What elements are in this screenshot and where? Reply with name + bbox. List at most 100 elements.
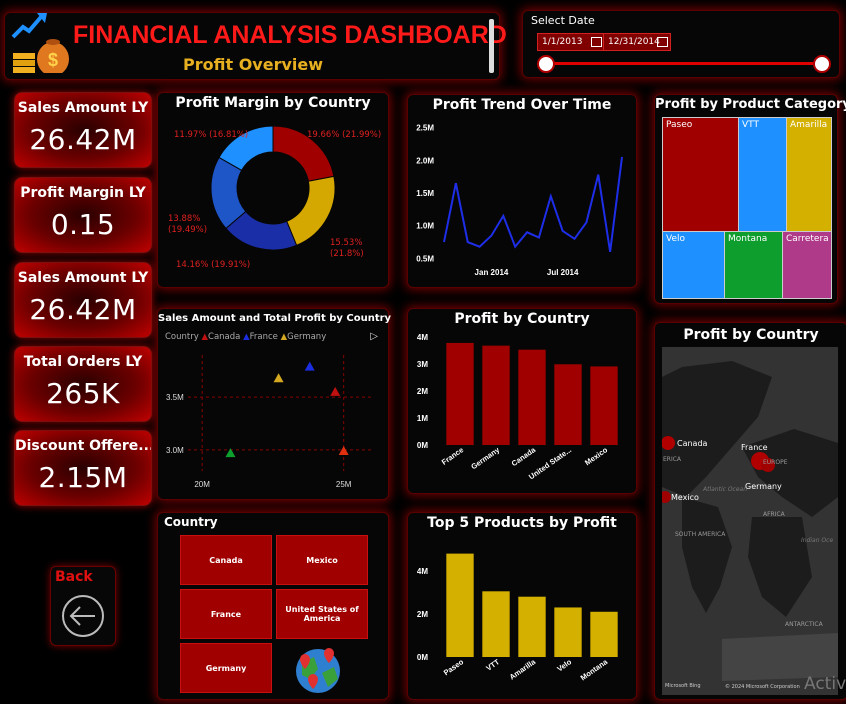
trend-y-tick: 1.5M (416, 189, 434, 198)
trend-y-tick: 2.0M (416, 156, 434, 165)
treemap-tile-montana[interactable]: Montana (724, 231, 784, 299)
trend-y-tick: 2.5M (416, 124, 434, 133)
profit-trend-panel: Profit Trend Over Time 2.5M 2.0M 1.5M 1.0M 0… (407, 94, 637, 288)
scatter-point-france (304, 361, 315, 371)
profit-trend-title: Profit Trend Over Time (432, 97, 612, 113)
back-button[interactable]: Back (50, 566, 116, 646)
map-label-antarctica: ANTARCTICA (785, 621, 823, 628)
bar-mexico (590, 366, 618, 445)
date-range-track[interactable] (545, 62, 821, 65)
bar-category-label: VTT (484, 657, 501, 673)
kpi-value: 26.42M (29, 293, 137, 326)
top-products-chart[interactable]: 4M 2M 0M Paseo VTT Amarilla Velo Montana (408, 531, 636, 697)
trend-y-tick: 1.0M (416, 222, 434, 231)
profit-margin-panel: Profit Margin by Country 11.97% (16.81%)… (157, 92, 389, 288)
trend-line (443, 156, 623, 253)
country-tile-usa[interactable]: United States of America (276, 589, 368, 639)
bar-germany (482, 345, 510, 445)
profit-by-country-chart[interactable]: 4M3M2M1M0M France Germany CanadaUnited Stat… (408, 327, 636, 491)
kpi-value: 0.15 (50, 208, 116, 241)
country-tile-canada[interactable]: Canada (180, 535, 272, 585)
bar-y-tick: 2M (417, 610, 428, 619)
map-label-france: France (741, 443, 768, 452)
bar-canada (518, 349, 546, 445)
scatter-x-tick: 25M (336, 480, 352, 489)
kpi-card-total-orders: Total Orders LY 265K (14, 346, 152, 422)
treemap-tile-vtt[interactable]: VTT (738, 117, 788, 233)
kpi-card-sales-amount: Sales Amount LY 26.42M (14, 92, 152, 168)
bar-category-label: Montana (579, 657, 610, 683)
kpi-card-sales-amount-2: Sales Amount LY 26.42M (14, 262, 152, 338)
legend-next-icon[interactable]: ▷ (370, 331, 378, 342)
end-date-input[interactable]: 12/31/2014 (603, 33, 671, 51)
bar-category-label: Amarilla (508, 657, 538, 682)
kpi-label: Discount Offere... (15, 438, 151, 454)
map-label-europe: EUROPE (763, 459, 788, 466)
treemap-tile-velo[interactable]: Velo (662, 231, 726, 299)
kpi-card-profit-margin: Profit Margin LY 0.15 (14, 177, 152, 253)
date-range-start-handle[interactable] (537, 55, 555, 73)
trend-y-tick: 0.5M (416, 254, 434, 263)
treemap-tile-paseo[interactable]: Paseo (662, 117, 740, 233)
date-slicer-label: Select Date (531, 14, 595, 27)
treemap-tile-amarilla[interactable]: Amarilla (786, 117, 832, 233)
top-products-title: Top 5 Products by Profit (427, 515, 617, 531)
donut-label-3: 13.88% (19.49%) (168, 214, 208, 235)
svg-text:$: $ (48, 50, 58, 70)
calendar-icon[interactable] (657, 37, 668, 47)
map-label-south-america: SOUTH AMERICA (675, 531, 726, 538)
bar-category-label: Canada (510, 445, 538, 468)
bar-category-label: Velo (555, 657, 573, 673)
back-arrow-icon (62, 595, 104, 637)
start-date-input[interactable]: 1/1/2013 (537, 33, 605, 51)
end-date-value: 12/31/2014 (608, 37, 660, 47)
date-range-end-handle[interactable] (813, 55, 831, 73)
bing-logo: Microsoft Bing (665, 683, 701, 689)
treemap-label: Velo (666, 234, 686, 244)
map-label-america: ERICA (663, 456, 682, 463)
bar-y-tick: 1M (417, 414, 428, 423)
map-label-germany: Germany (745, 482, 782, 491)
map-copyright: © 2024 Microsoft Corporation (725, 684, 800, 690)
bar-y-tick: 4M (417, 333, 428, 342)
country-tile-germany[interactable]: Germany (180, 643, 272, 693)
treemap-label: Amarilla (790, 120, 828, 130)
date-slicer: Select Date 1/1/2013 12/31/2014 (522, 10, 840, 78)
header-panel: $ FINANCIAL ANALYSIS DASHBOARD Profit Ov… (4, 12, 507, 80)
map-label-canada: Canada (677, 439, 708, 448)
calendar-icon[interactable] (591, 37, 602, 47)
trend-x-tick: Jul 2014 (547, 268, 579, 277)
bar-category-label: Paseo (442, 657, 466, 677)
profit-map-panel: Profit by Country Canada France Germany … (654, 322, 846, 700)
start-date-value: 1/1/2013 (542, 37, 583, 47)
header-scrollbar[interactable] (489, 19, 494, 73)
bar-category-label: Mexico (583, 445, 609, 467)
world-map[interactable] (662, 347, 838, 695)
scatter-y-tick: 3.0M (166, 446, 184, 455)
kpi-label: Sales Amount LY (17, 270, 149, 286)
country-tile-france[interactable]: France (180, 589, 272, 639)
donut-slice-1 (286, 175, 336, 246)
country-tile-mexico[interactable]: Mexico (276, 535, 368, 585)
bar-united-state- (554, 364, 582, 445)
scatter-title: Sales Amount and Total Profit by Country (158, 313, 392, 324)
legend-item-france: France (249, 332, 278, 342)
kpi-label: Profit Margin LY (20, 185, 146, 201)
bar-y-tick: 4M (417, 567, 428, 576)
kpi-value: 2.15M (38, 461, 128, 494)
trend-x-tick: Jan 2014 (475, 268, 509, 277)
treemap-tile-carretera[interactable]: Carretera (782, 231, 832, 299)
map-label-africa: AFRICA (763, 511, 785, 518)
activate-watermark: Activ (804, 674, 846, 694)
profit-trend-chart[interactable]: 2.5M 2.0M 1.5M 1.0M 0.5M Jan 2014 Jul 2014 (408, 115, 636, 285)
scatter-point-canada (338, 445, 349, 455)
scatter-point-germany (273, 373, 284, 383)
donut-label-5: 14.16% (19.91%) (176, 260, 251, 270)
kpi-label: Sales Amount LY (17, 100, 149, 116)
scatter-chart[interactable]: 3.5M 3.0M 20M 25M (158, 345, 388, 495)
bar-paseo (446, 553, 474, 657)
map-label-atlantic: Atlantic Ocean (703, 486, 748, 493)
treemap-label: VTT (742, 120, 759, 130)
treemap-label: Carretera (786, 234, 829, 244)
kpi-value: 265K (46, 377, 120, 410)
